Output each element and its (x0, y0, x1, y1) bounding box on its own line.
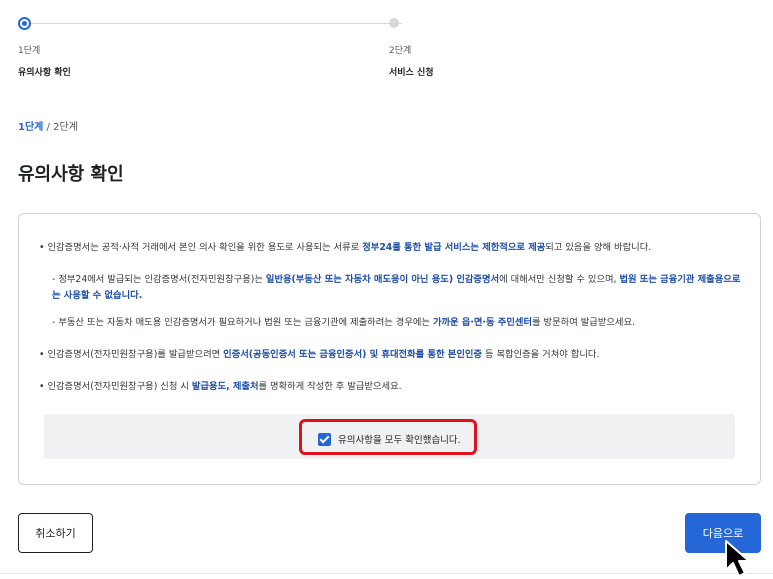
notice-sub-2: - 부동산 또는 자동차 매도용 인감증명서가 필요하거나 법원 또는 금융기관… (52, 317, 635, 328)
notice-bullet-2: • 인감증명서(전자민원창구용)를 발급받으려면 인증서(공동인증서 또는 금융… (39, 349, 600, 360)
notice-text: 부동산 또는 자동차 매도용 인감증명서가 필요하거나 법원 또는 금융기관에 … (58, 317, 433, 328)
notice-emphasis: 가까운 읍·면·동 주민센터 (432, 317, 533, 328)
bottom-divider (0, 573, 773, 574)
notice-text: 인감증명서(전자민원창구용)를 발급받으려면 (47, 349, 224, 360)
notice-emphasis: 일반용(부동산 또는 자동차 매도용이 아닌 용도) 인감증명서 (265, 274, 500, 285)
stepper-line (24, 23, 402, 24)
notice-text: 를 방문하여 발급받으세요. (532, 317, 635, 328)
notice-sub-1: - 정부24에서 발급되는 인감증명서(전자민원창구용)는 일반용(부동산 또는… (52, 274, 741, 301)
notice-text: 를 명확하게 작성한 후 발급받으세요. (258, 381, 402, 392)
notice-text: 인감증명서는 공적·사적 거래에서 본인 의사 확인을 위한 용도로 사용되는 … (47, 242, 363, 253)
notice-text: 등 복합인증을 거쳐야 합니다. (482, 349, 600, 360)
step-2-name: 서비스 신청 (389, 68, 434, 78)
notice-box: • 인감증명서는 공적·사적 거래에서 본인 의사 확인을 위한 용도로 사용되… (18, 213, 761, 485)
stepper: 1단계 유의사항 확인 2단계 서비스 신청 (18, 16, 773, 78)
mouse-pointer-icon (725, 540, 750, 577)
notice-emphasis: 인증서(공동인증서 또는 금융인증서) 및 휴대전화를 통한 본인인증 (223, 349, 482, 360)
confirm-checkbox[interactable] (318, 433, 331, 446)
notice-text: 에 대해서만 신청할 수 있으며, (499, 274, 620, 285)
step-progress: 1단계 / 2단계 (18, 118, 78, 133)
step-2-number: 2단계 (389, 46, 412, 56)
step-separator: / (43, 122, 54, 133)
total-steps: 2단계 (53, 122, 78, 133)
step-1-indicator (18, 17, 31, 30)
notice-text: 되고 있음을 양해 바랍니다. (545, 242, 652, 253)
step-2-indicator (389, 18, 399, 28)
notice-bullet-1: • 인감증명서는 공적·사적 거래에서 본인 의사 확인을 위한 용도로 사용되… (39, 242, 652, 253)
notice-text: 정부24에서 발급되는 인감증명서(전자민원창구용)는 (58, 274, 266, 285)
notice-emphasis: 발급용도, 제출처 (191, 381, 259, 392)
confirm-checkbox-label[interactable]: 유의사항을 모두 확인했습니다. (338, 432, 461, 446)
notice-bullet-3: • 인감증명서(전자민원창구용) 신청 시 발급용도, 제출처를 명확하게 작성… (39, 381, 402, 392)
cancel-button[interactable]: 취소하기 (18, 513, 93, 553)
step-1-number: 1단계 (18, 46, 41, 56)
page-title: 유의사항 확인 (18, 164, 124, 185)
confirm-checkbox-row[interactable]: 유의사항을 모두 확인했습니다. (299, 419, 477, 455)
step-1-name: 유의사항 확인 (18, 68, 71, 78)
confirm-area: 유의사항을 모두 확인했습니다. (44, 414, 735, 459)
notice-emphasis: 정부24를 통한 발급 서비스는 제한적으로 제공 (362, 242, 546, 253)
notice-text: 인감증명서(전자민원창구용) 신청 시 (47, 381, 192, 392)
current-step: 1단계 (18, 122, 44, 133)
